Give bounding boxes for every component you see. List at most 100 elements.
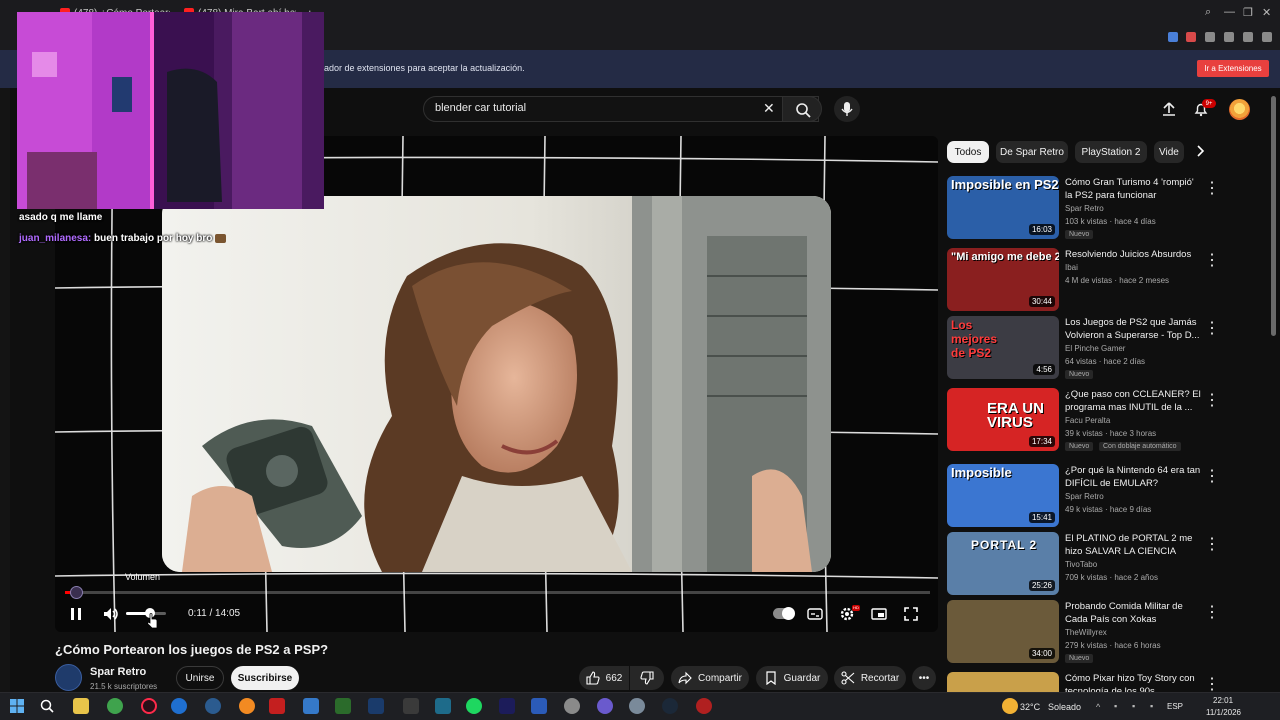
spotify-icon[interactable] — [466, 698, 482, 714]
thumbnail[interactable]: Los mejores de PS2 4:56 — [947, 316, 1059, 379]
translate-icon[interactable] — [1168, 32, 1178, 42]
thumbnail[interactable]: Imposible en PS2 16:03 — [947, 176, 1059, 239]
more-vertical-icon[interactable]: ⋮ — [1204, 318, 1220, 337]
recommendation-title[interactable]: ¿Que paso con CCLEANER? El programa mas … — [1065, 388, 1203, 414]
app-icon[interactable] — [435, 698, 451, 714]
recommendation-item[interactable]: Imposible 15:41 ¿Por qué la Nintendo 64 e… — [947, 464, 1267, 528]
more-vertical-icon[interactable]: ⋮ — [1204, 534, 1220, 553]
chrome-icon[interactable] — [107, 698, 123, 714]
volume-icon[interactable] — [102, 605, 120, 623]
windows-start-icon[interactable] — [9, 698, 25, 714]
search-icon[interactable] — [39, 698, 55, 714]
thumbnail[interactable]: "Mi amigo me debe 2€" 30:44 — [947, 248, 1059, 311]
recommendation-item[interactable]: Cómo Pixar hizo Toy Story con tecnología… — [947, 672, 1267, 692]
photos-icon[interactable] — [303, 698, 319, 714]
clock-date[interactable]: 11/1/2026 — [1206, 708, 1241, 717]
steam-icon[interactable] — [662, 698, 678, 714]
recommendation-item[interactable]: "Mi amigo me debe 2€" 30:44 Resolviendo J… — [947, 248, 1267, 312]
recommendation-title[interactable]: Cómo Pixar hizo Toy Story con tecnología… — [1065, 672, 1203, 692]
thumbnail[interactable] — [947, 672, 1059, 692]
network-icon[interactable]: ▪ — [1132, 701, 1135, 711]
weather-condition[interactable]: Soleado — [1048, 702, 1081, 712]
tray-icon[interactable]: ▪ — [1114, 701, 1117, 711]
clock-time[interactable]: 22:01 — [1213, 696, 1233, 705]
progress-scrubber-handle[interactable] — [70, 586, 83, 599]
like-button[interactable]: 662 — [579, 666, 629, 690]
share-icon[interactable] — [1224, 32, 1234, 42]
recommendation-channel[interactable]: Spar Retro — [1065, 204, 1104, 213]
autoplay-toggle[interactable] — [773, 607, 795, 620]
recommendation-title[interactable]: ¿Por qué la Nintendo 64 era tan DIFÍCIL … — [1065, 464, 1203, 490]
language-indicator[interactable]: ESP — [1167, 702, 1183, 711]
davinci-icon[interactable] — [403, 698, 419, 714]
recommendation-title[interactable]: El PLATINO de PORTAL 2 me hizo SALVAR LA… — [1065, 532, 1203, 558]
speaker-icon[interactable]: ▪ — [1150, 701, 1153, 711]
extension-icon[interactable] — [1186, 32, 1196, 42]
thumbnail[interactable]: PORTAL 2 25:26 — [947, 532, 1059, 595]
maximize-icon[interactable]: ❐ — [1243, 6, 1253, 19]
settings-icon[interactable] — [564, 698, 580, 714]
more-actions-button[interactable]: ••• — [912, 666, 936, 690]
recommendation-channel[interactable]: TivoTabo — [1065, 560, 1097, 569]
recommendation-item[interactable]: 34:00 Probando Comida Militar de Cada Pa… — [947, 600, 1267, 664]
video-editor-icon[interactable] — [269, 698, 285, 714]
pause-icon[interactable] — [67, 605, 85, 623]
recommendation-channel[interactable]: Facu Peralta — [1065, 416, 1110, 425]
more-vertical-icon[interactable]: ⋮ — [1204, 674, 1220, 692]
join-button[interactable]: Unirse — [176, 666, 224, 690]
chip-playstation-2[interactable]: PlayStation 2 — [1075, 141, 1147, 163]
minimize-icon[interactable]: — — [1224, 6, 1235, 18]
dislike-button[interactable] — [630, 666, 664, 690]
app-icon[interactable] — [629, 698, 645, 714]
recommendation-item[interactable]: ERA UN VIRUS 17:34 ¿Que paso con CCLEANER… — [947, 388, 1267, 452]
page-scrollbar[interactable] — [1271, 96, 1276, 336]
recommendation-channel[interactable]: El Pinche Gamer — [1065, 344, 1125, 353]
save-button[interactable]: Guardar — [756, 666, 828, 690]
clip-button[interactable]: Recortar — [834, 666, 906, 690]
after-effects-icon[interactable] — [499, 698, 515, 714]
weather-temperature[interactable]: 32°C — [1020, 702, 1040, 712]
recommendation-title[interactable]: Probando Comida Militar de Cada País con… — [1065, 600, 1203, 626]
chevron-right-icon[interactable] — [1193, 144, 1207, 158]
fullscreen-icon[interactable] — [902, 605, 920, 623]
app-icon[interactable] — [205, 698, 221, 714]
pt-app-icon[interactable] — [335, 698, 351, 714]
close-window-icon[interactable]: ✕ — [1262, 6, 1271, 19]
progress-bar[interactable] — [65, 591, 930, 594]
account-avatar[interactable] — [1229, 99, 1250, 120]
recommendation-title[interactable]: Los Juegos de PS2 que Jamás Volvieron a … — [1065, 316, 1203, 342]
word-icon[interactable] — [531, 698, 547, 714]
thumbnail[interactable]: 34:00 — [947, 600, 1059, 663]
recommendation-channel[interactable]: Ibai — [1065, 263, 1078, 272]
channel-avatar[interactable] — [55, 664, 82, 691]
thumbnail[interactable]: ERA UN VIRUS 17:34 — [947, 388, 1059, 451]
recommendation-item[interactable]: Imposible en PS2 16:03 Cómo Gran Turismo … — [947, 176, 1267, 240]
discord-icon[interactable] — [597, 698, 613, 714]
recommendation-title[interactable]: Cómo Gran Turismo 4 'rompió' la PS2 para… — [1065, 176, 1203, 202]
recommendation-channel[interactable]: Spar Retro — [1065, 492, 1104, 501]
go-to-extensions-button[interactable]: Ir a Extensiones — [1197, 60, 1269, 77]
search-button[interactable] — [782, 96, 822, 122]
channel-name[interactable]: Spar Retro — [90, 666, 146, 678]
more-vertical-icon[interactable]: ⋮ — [1204, 250, 1220, 269]
recommendation-item[interactable]: Los mejores de PS2 4:56 Los Juegos de PS2… — [947, 316, 1267, 380]
tray-chevron-icon[interactable]: ^ — [1096, 702, 1100, 712]
edge-icon[interactable] — [171, 698, 187, 714]
upload-icon[interactable] — [1160, 100, 1178, 118]
recommendation-title[interactable]: Resolviendo Juicios Absurdos — [1065, 248, 1203, 261]
subtitles-icon[interactable] — [806, 605, 824, 623]
voice-search-button[interactable] — [834, 96, 860, 122]
more-vertical-icon[interactable]: ⋮ — [1204, 602, 1220, 621]
download-icon[interactable] — [1243, 32, 1253, 42]
recommendation-channel[interactable]: TheWillyrex — [1065, 628, 1107, 637]
menu-icon[interactable] — [1262, 32, 1272, 42]
miniplayer-icon[interactable] — [870, 605, 888, 623]
subscribe-button[interactable]: Suscribirse — [231, 666, 299, 690]
chip-from-channel[interactable]: De Spar Retro — [996, 141, 1068, 163]
more-vertical-icon[interactable]: ⋮ — [1204, 390, 1220, 409]
puzzle-icon[interactable] — [1205, 32, 1215, 42]
clear-search-icon[interactable]: ✕ — [763, 101, 775, 115]
thumbnail[interactable]: Imposible 15:41 — [947, 464, 1059, 527]
firefox-icon[interactable] — [239, 698, 255, 714]
share-button[interactable]: Compartir — [671, 666, 749, 690]
